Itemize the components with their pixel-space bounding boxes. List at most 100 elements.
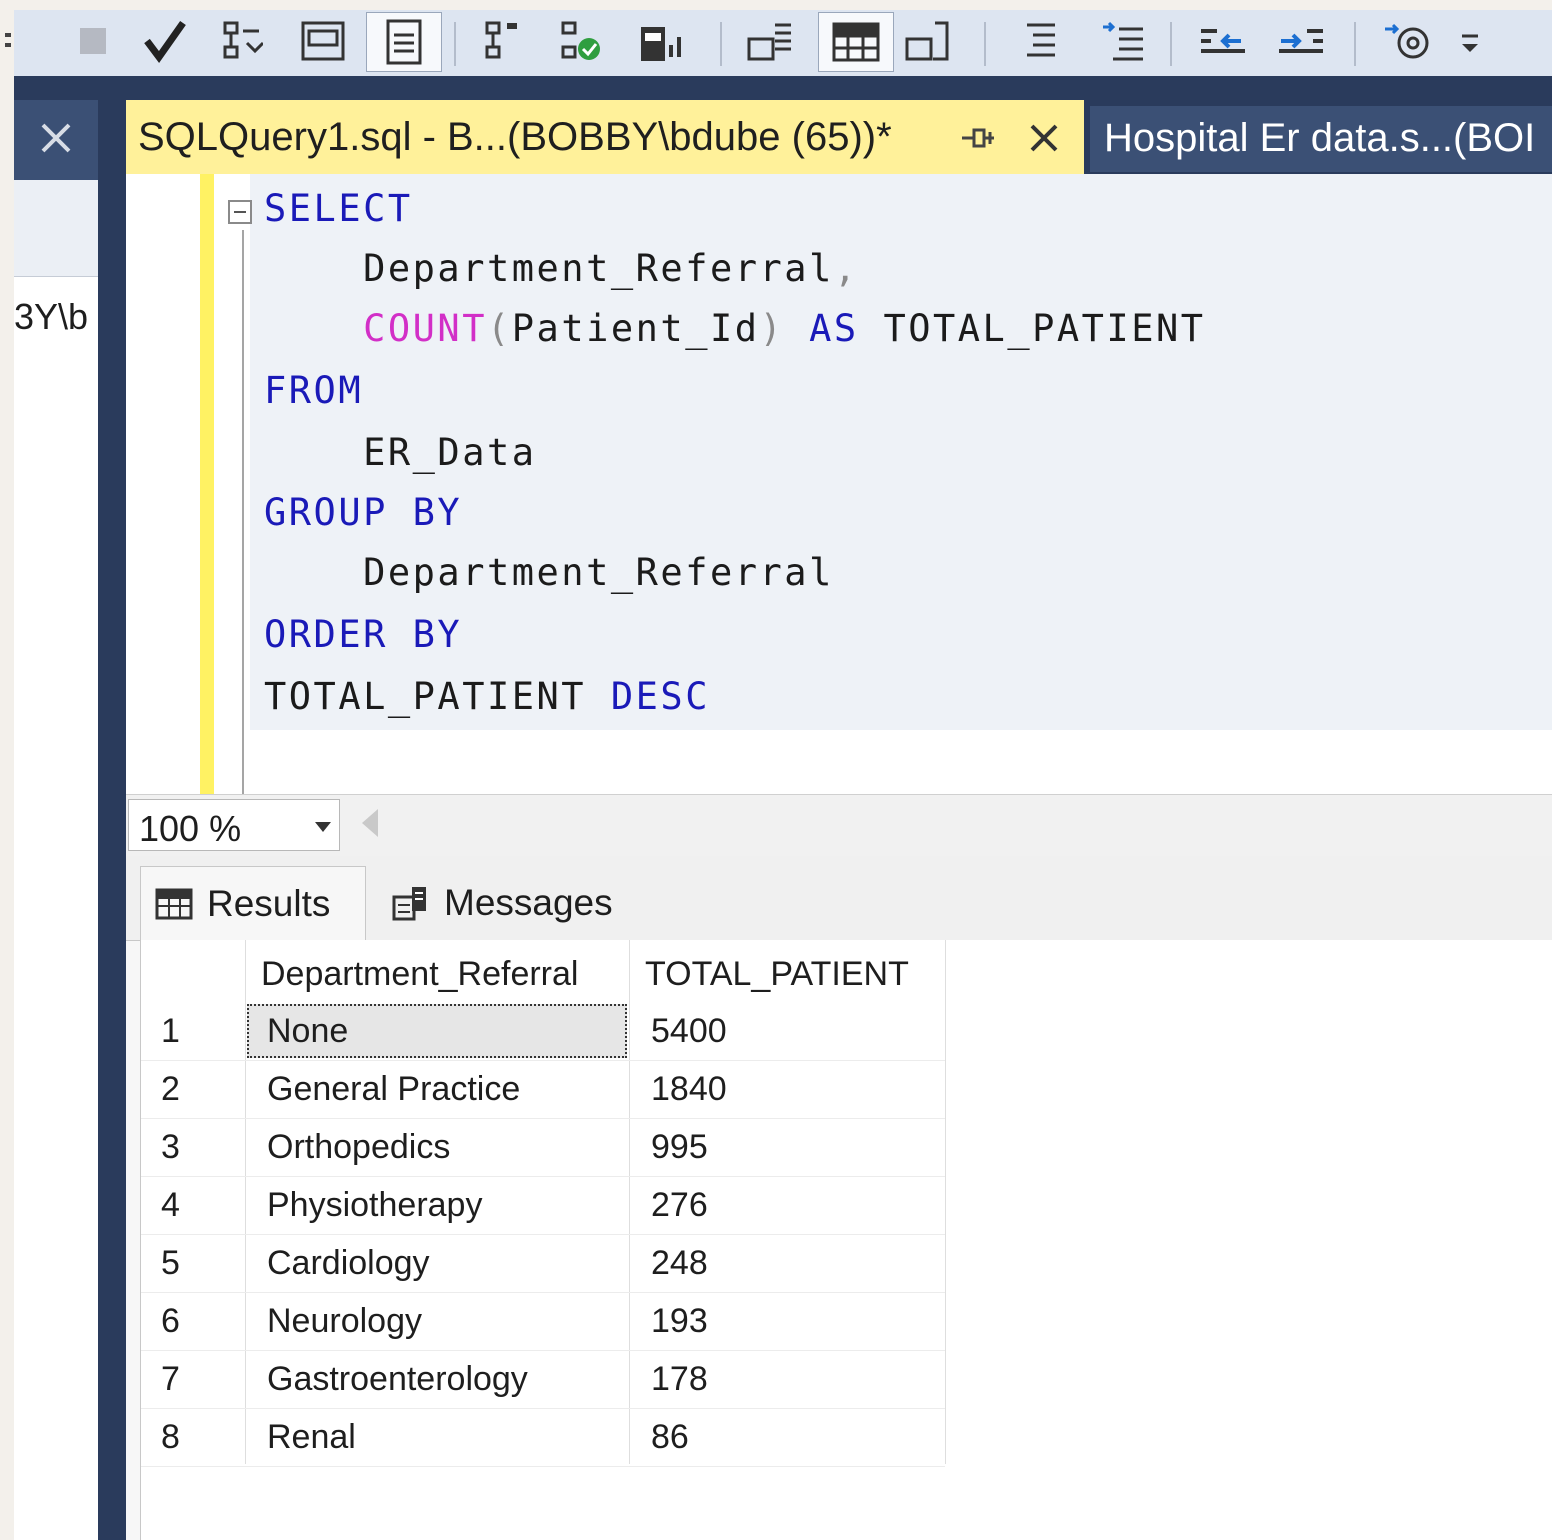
client-statistics-icon[interactable]: [636, 14, 690, 68]
sql-token: Department_Referral: [264, 247, 834, 290]
toolbar-separator: [984, 22, 986, 66]
sql-token: (: [487, 307, 512, 350]
row-number[interactable]: 1: [161, 1002, 180, 1060]
code-line[interactable]: GROUP BY: [264, 488, 462, 538]
row-number[interactable]: 8: [161, 1408, 180, 1466]
tab-messages[interactable]: Messages: [376, 866, 636, 940]
cell-department-referral[interactable]: Renal: [267, 1408, 356, 1466]
cell-total-patient[interactable]: 248: [651, 1234, 708, 1292]
cell-department-referral[interactable]: Orthopedics: [267, 1118, 450, 1176]
code-line[interactable]: Department_Referral,: [264, 244, 859, 294]
results-grid[interactable]: Department_Referral TOTAL_PATIENT 1 None 5…: [140, 940, 1552, 1540]
table-row[interactable]: 3 Orthopedics 995: [141, 1118, 945, 1177]
code-line[interactable]: FROM: [264, 366, 363, 416]
code-line[interactable]: Department_Referral: [264, 548, 834, 598]
sql-token: ER_Data: [264, 431, 537, 474]
comment-lines-icon[interactable]: [1014, 14, 1068, 68]
sql-token: TOTAL_PATIENT: [858, 307, 1206, 350]
column-header-department-referral[interactable]: Department_Referral: [261, 948, 578, 1000]
uncomment-lines-icon[interactable]: [1096, 14, 1150, 68]
decrease-indent-icon[interactable]: [1196, 14, 1250, 68]
table-row[interactable]: 1 None 5400: [141, 1002, 945, 1061]
pin-icon[interactable]: [956, 116, 1000, 160]
cell-department-referral[interactable]: None: [267, 1002, 348, 1060]
cell-department-referral[interactable]: Gastroenterology: [267, 1350, 528, 1408]
tab-results[interactable]: Results: [140, 866, 366, 940]
table-row[interactable]: 6 Neurology 193: [141, 1292, 945, 1351]
toolbar-options-dropdown[interactable]: [1450, 14, 1490, 68]
close-icon[interactable]: [1022, 116, 1066, 160]
tab-messages-label: Messages: [444, 882, 613, 923]
results-to-text-icon[interactable]: [744, 14, 798, 68]
toolbar: [5, 10, 1552, 76]
table-row[interactable]: 5 Cardiology 248: [141, 1234, 945, 1293]
cell-department-referral[interactable]: Neurology: [267, 1292, 422, 1350]
toolbar-separator: [1170, 22, 1172, 66]
code-line[interactable]: ER_Data: [264, 428, 537, 478]
specify-template-parameters-icon[interactable]: [1380, 14, 1434, 68]
query-options-icon[interactable]: [296, 14, 350, 68]
column-separator[interactable]: [945, 940, 946, 1464]
cell-total-patient[interactable]: 178: [651, 1350, 708, 1408]
results-pane: Results Messages Department_Referral TOT…: [126, 856, 1552, 1540]
server-node-label[interactable]: 3Y\b: [14, 296, 98, 338]
sql-token: Patient_Id: [511, 307, 760, 350]
close-icon[interactable]: [34, 116, 78, 160]
cell-department-referral[interactable]: Cardiology: [267, 1234, 430, 1292]
cell-total-patient[interactable]: 276: [651, 1176, 708, 1234]
results-to-grid-icon[interactable]: [818, 12, 894, 72]
tab-results-label: Results: [207, 882, 331, 924]
tab-sqlquery1[interactable]: SQLQuery1.sql - B...(BOBBY\bdube (65))*: [126, 100, 1084, 174]
cell-total-patient[interactable]: 1840: [651, 1060, 727, 1118]
sql-keyword: DESC: [610, 675, 710, 718]
collapse-icon[interactable]: [228, 200, 252, 224]
table-row[interactable]: 4 Physiotherapy 276: [141, 1176, 945, 1235]
grid-icon: [155, 888, 193, 919]
object-explorer-panel: 3Y\b: [14, 100, 98, 1540]
table-row[interactable]: 2 General Practice 1840: [141, 1060, 945, 1119]
intellisense-toggle-icon[interactable]: [366, 12, 442, 72]
query-editor[interactable]: SELECT Department_Referral, COUNT(Patien…: [126, 174, 1552, 794]
cell-total-patient[interactable]: 193: [651, 1292, 708, 1350]
row-number[interactable]: 3: [161, 1118, 180, 1176]
sql-keyword: SELECT: [264, 187, 413, 230]
cell-department-referral[interactable]: Physiotherapy: [267, 1176, 482, 1234]
include-actual-plan-icon[interactable]: [474, 14, 528, 68]
sql-keyword: FROM: [264, 369, 364, 412]
table-row[interactable]: 7 Gastroenterology 178: [141, 1350, 945, 1409]
tab-hospital-er-data[interactable]: Hospital Er data.s...(BOI: [1090, 106, 1552, 172]
display-estimated-plan-icon[interactable]: [214, 14, 268, 68]
results-to-file-icon[interactable]: [902, 14, 956, 68]
code-line[interactable]: COUNT(Patient_Id) AS TOTAL_PATIENT: [264, 304, 1206, 354]
code-line[interactable]: TOTAL_PATIENT DESC: [264, 672, 710, 722]
column-header-total-patient[interactable]: TOTAL_PATIENT: [645, 948, 909, 1000]
chevron-down-icon: [315, 822, 331, 832]
panel-splitter[interactable]: [98, 100, 126, 1540]
cell-total-patient[interactable]: 995: [651, 1118, 708, 1176]
row-number[interactable]: 4: [161, 1176, 180, 1234]
increase-indent-icon[interactable]: [1274, 14, 1328, 68]
sql-token: Department_Referral: [264, 551, 834, 594]
toolbar-separator: [454, 22, 456, 66]
scroll-left-icon[interactable]: [362, 809, 378, 837]
cell-total-patient[interactable]: 5400: [651, 1002, 727, 1060]
parse-check-icon[interactable]: [138, 14, 192, 68]
row-number[interactable]: 5: [161, 1234, 180, 1292]
code-line[interactable]: ORDER BY: [264, 610, 462, 660]
row-number[interactable]: 2: [161, 1060, 180, 1118]
table-row[interactable]: 8 Renal 86: [141, 1408, 945, 1467]
row-number[interactable]: 7: [161, 1350, 180, 1408]
live-query-stats-icon[interactable]: [554, 14, 608, 68]
toolbar-overflow-handle[interactable]: [0, 14, 24, 68]
outline-guide: [242, 230, 244, 794]
cell-total-patient[interactable]: 86: [651, 1408, 689, 1466]
editor-status-bar: 100 %: [126, 794, 1552, 857]
row-number[interactable]: 6: [161, 1292, 180, 1350]
cell-department-referral[interactable]: General Practice: [267, 1060, 520, 1118]
panel-header: [14, 100, 98, 180]
sql-token: ,: [833, 247, 859, 290]
zoom-select[interactable]: 100 %: [128, 799, 340, 851]
stop-icon[interactable]: [66, 14, 120, 68]
code-line[interactable]: SELECT: [264, 184, 413, 234]
